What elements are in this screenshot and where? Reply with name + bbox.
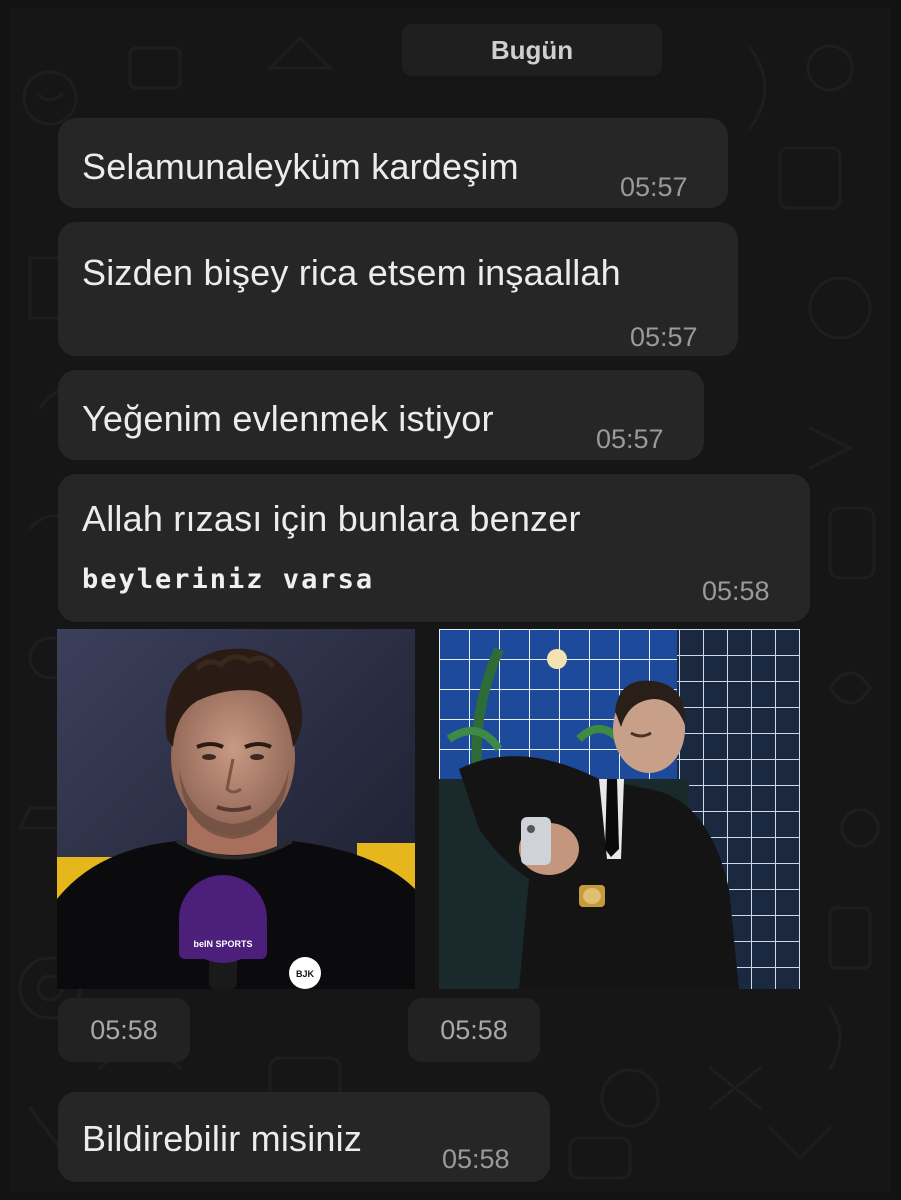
message-time: 05:57: [630, 322, 698, 352]
message-text: Selamunaleyküm kardeşim: [82, 146, 519, 187]
message-time: 05:58: [442, 1144, 510, 1174]
image-time-pill: 05:58: [58, 998, 190, 1062]
shared-photo-interview[interactable]: beIN SPORTS BJK: [57, 629, 415, 989]
message-text-overlay: beyleriniz varsa: [82, 564, 375, 595]
date-separator: Bugün: [402, 24, 662, 76]
image-time-pill: 05:58: [408, 998, 540, 1062]
shared-photo-suit[interactable]: [439, 629, 800, 989]
message-time: 05:58: [702, 576, 770, 606]
club-badge-text: BJK: [296, 969, 315, 979]
message-bubble[interactable]: Sizden bişey rica etsem inşaallah 05:57: [58, 222, 738, 356]
message-text: Yeğenim evlenmek istiyor: [82, 398, 494, 439]
message-bubble[interactable]: Bildirebilir misiniz 05:58: [58, 1092, 550, 1182]
message-time: 05:57: [620, 172, 688, 202]
image-time: 05:58: [440, 1014, 508, 1045]
date-separator-label: Bugün: [490, 34, 574, 65]
message-bubble[interactable]: Allah rızası için bunlara benzer beyleri…: [58, 474, 810, 622]
photo-suit-image: [439, 629, 800, 989]
message-text: Sizden bişey rica etsem inşaallah: [82, 252, 621, 293]
microphone-label: beIN SPORTS: [193, 939, 252, 949]
message-bubble[interactable]: Selamunaleyküm kardeşim 05:57: [58, 118, 728, 208]
message-text: Bildirebilir misiniz: [82, 1118, 363, 1159]
message-time: 05:57: [596, 424, 664, 454]
image-time: 05:58: [90, 1014, 158, 1045]
photo-interview-image: beIN SPORTS BJK: [57, 629, 415, 989]
chat-screen: Bugün Selamunaleyküm kardeşim 05:57 Sizd…: [10, 8, 891, 1192]
message-text: Allah rızası için bunlara benzer: [82, 498, 581, 539]
message-bubble[interactable]: Yeğenim evlenmek istiyor 05:57: [58, 370, 704, 460]
